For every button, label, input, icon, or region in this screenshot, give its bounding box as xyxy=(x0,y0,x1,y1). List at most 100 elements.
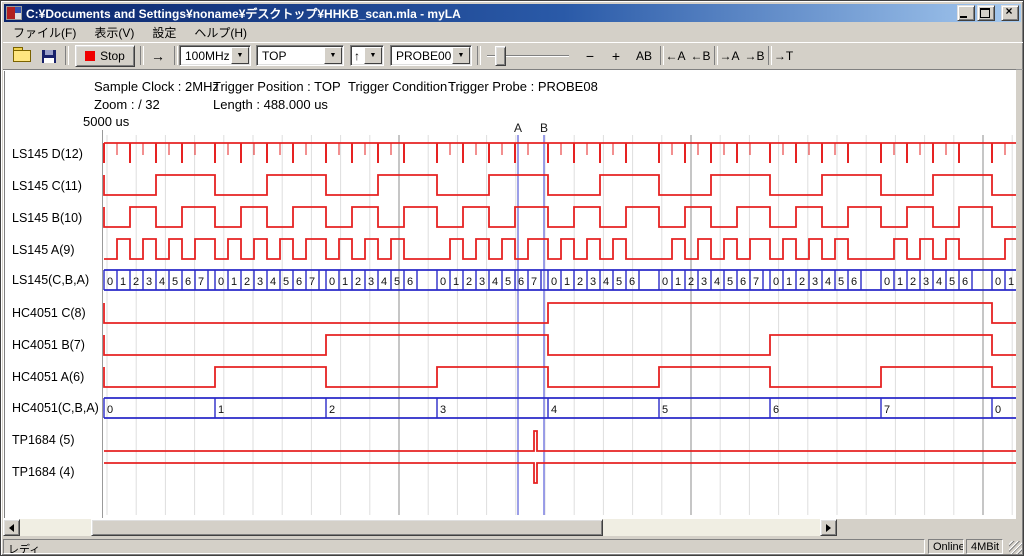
zoom-in-button[interactable]: + xyxy=(605,45,627,67)
save-floppy-icon xyxy=(42,50,56,63)
menu-item-settings[interactable]: 設定 xyxy=(143,23,185,42)
signal-label-tp1684-4: TP1684 (4) xyxy=(12,465,75,479)
maximize-icon xyxy=(980,8,990,18)
zoom-out-button[interactable]: − xyxy=(579,45,601,67)
sample-clock-combo[interactable]: 100MHz ▼ xyxy=(179,45,251,66)
scroll-right-button[interactable] xyxy=(820,519,837,536)
svg-text:4: 4 xyxy=(159,276,165,288)
toolbar: Stop → 100MHz ▼ TOP ▼ ↑ ▼ PROBE00 ▼ − + … xyxy=(3,42,1023,70)
svg-text:4: 4 xyxy=(270,276,276,288)
svg-text:7: 7 xyxy=(884,404,890,416)
goto-trigger-button[interactable]: →T xyxy=(772,45,795,67)
svg-text:0: 0 xyxy=(884,276,890,288)
svg-text:5: 5 xyxy=(616,276,622,288)
cursor-a-label: A xyxy=(514,121,522,135)
menu-bar: ファイル(F) 表示(V) 設定 ヘルプ(H) xyxy=(4,24,1021,41)
svg-text:5: 5 xyxy=(394,276,400,288)
signal-label-hc4051-a: HC4051 A(6) xyxy=(12,370,84,384)
title-bar: C:¥Documents and Settings¥noname¥デスクトップ¥… xyxy=(4,4,1021,22)
svg-text:4: 4 xyxy=(714,276,720,288)
close-button[interactable]: × xyxy=(1001,5,1019,21)
svg-text:3: 3 xyxy=(590,276,596,288)
svg-text:3: 3 xyxy=(923,276,929,288)
menu-item-view[interactable]: 表示(V) xyxy=(85,23,143,42)
svg-text:1: 1 xyxy=(897,276,903,288)
minimize-button[interactable] xyxy=(957,5,975,21)
goto-cursor-a-right-button[interactable]: →A xyxy=(718,45,741,67)
scrollbar-thumb[interactable] xyxy=(91,519,603,536)
svg-text:0: 0 xyxy=(107,276,113,288)
trigger-probe-value: PROBE00 xyxy=(391,46,451,65)
goto-cursor-b-left-button[interactable]: ←B xyxy=(689,45,712,67)
svg-text:2: 2 xyxy=(466,276,472,288)
chevron-down-icon[interactable]: ▼ xyxy=(452,47,470,64)
waveform-plot[interactable]: A B 012345670123456701234560123456701234… xyxy=(101,118,1019,520)
info-zoom: Zoom : / 32 xyxy=(94,97,160,112)
app-icon xyxy=(6,6,22,20)
svg-text:2: 2 xyxy=(329,404,335,416)
open-file-button[interactable] xyxy=(9,45,35,67)
svg-text:6: 6 xyxy=(629,276,635,288)
status-online-badge: Online xyxy=(928,539,964,554)
svg-text:3: 3 xyxy=(368,276,374,288)
svg-text:2: 2 xyxy=(577,276,583,288)
svg-text:4: 4 xyxy=(551,404,557,416)
resize-grip[interactable] xyxy=(1009,541,1022,554)
svg-text:3: 3 xyxy=(701,276,707,288)
svg-text:3: 3 xyxy=(146,276,152,288)
svg-text:5: 5 xyxy=(283,276,289,288)
panel-groove xyxy=(4,71,8,518)
svg-text:0: 0 xyxy=(551,276,557,288)
svg-text:0: 0 xyxy=(329,276,335,288)
svg-text:4: 4 xyxy=(825,276,831,288)
svg-text:6: 6 xyxy=(518,276,524,288)
chevron-down-icon[interactable]: ▼ xyxy=(324,47,342,64)
stop-square-icon xyxy=(85,51,95,61)
status-bar: レディ Online 4MBit xyxy=(3,539,1023,555)
waveform-view: Sample Clock : 2MHz Trigger Position : T… xyxy=(3,69,1016,519)
scroll-left-button[interactable] xyxy=(3,519,20,536)
svg-text:0: 0 xyxy=(995,276,1001,288)
stop-button[interactable]: Stop xyxy=(75,45,135,67)
svg-text:6: 6 xyxy=(773,404,779,416)
chevron-down-icon[interactable]: ▼ xyxy=(364,47,382,64)
signal-label-ls145-bus: LS145(C,B,A) xyxy=(12,273,89,287)
info-trigger-probe: Trigger Probe : PROBE08 xyxy=(448,79,598,94)
ab-cursors-button[interactable]: AB xyxy=(631,45,657,67)
toolbar-separator xyxy=(65,46,69,65)
status-ready: レディ xyxy=(3,539,925,554)
trigger-edge-combo[interactable]: ↑ ▼ xyxy=(350,45,384,66)
trigger-probe-combo[interactable]: PROBE00 ▼ xyxy=(390,45,472,66)
svg-text:1: 1 xyxy=(564,276,570,288)
svg-text:7: 7 xyxy=(309,276,315,288)
app-window: C:¥Documents and Settings¥noname¥デスクトップ¥… xyxy=(0,0,1024,556)
menu-item-help[interactable]: ヘルプ(H) xyxy=(185,23,256,42)
svg-text:2: 2 xyxy=(244,276,250,288)
svg-text:2: 2 xyxy=(133,276,139,288)
chevron-down-icon[interactable]: ▼ xyxy=(231,47,249,64)
run-button[interactable]: → xyxy=(145,45,171,67)
menu-item-file[interactable]: ファイル(F) xyxy=(4,23,85,42)
toolbar-separator xyxy=(174,46,178,65)
waveform-traces: 0123456701234567012345601234567012345601… xyxy=(104,135,1016,515)
save-file-button[interactable] xyxy=(37,45,61,67)
goto-cursor-b-right-button[interactable]: →B xyxy=(743,45,766,67)
trigger-position-combo[interactable]: TOP ▼ xyxy=(256,45,344,66)
svg-text:4: 4 xyxy=(936,276,942,288)
svg-text:1: 1 xyxy=(342,276,348,288)
svg-text:7: 7 xyxy=(753,276,759,288)
goto-cursor-a-left-button[interactable]: ←A xyxy=(664,45,687,67)
signal-label-hc4051-c: HC4051 C(8) xyxy=(12,306,86,320)
close-icon: × xyxy=(1002,4,1016,18)
maximize-button[interactable] xyxy=(977,5,995,21)
signal-label-tp1684-5: TP1684 (5) xyxy=(12,433,75,447)
stop-button-label: Stop xyxy=(100,49,125,63)
svg-text:6: 6 xyxy=(962,276,968,288)
svg-text:1: 1 xyxy=(218,404,224,416)
horizontal-scrollbar[interactable] xyxy=(3,519,837,536)
zoom-slider-handle[interactable] xyxy=(495,46,506,66)
svg-text:5: 5 xyxy=(172,276,178,288)
svg-text:3: 3 xyxy=(812,276,818,288)
info-length: Length : 488.000 us xyxy=(213,97,328,112)
cursor-b-label: B xyxy=(540,121,548,135)
